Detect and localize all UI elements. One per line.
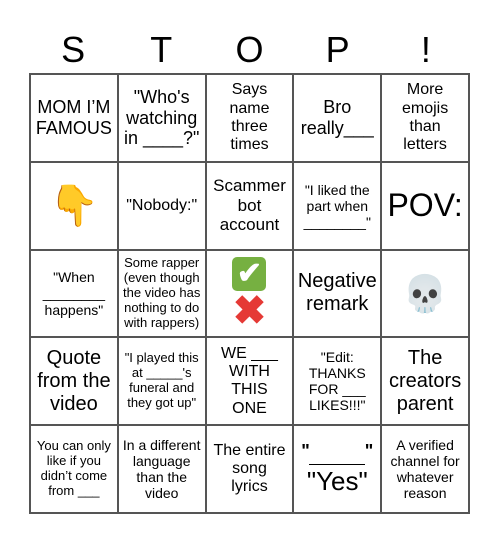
bingo-cell[interactable]: The entire song lyrics bbox=[205, 425, 294, 513]
cell-text: WE ___ WITH THIS ONE bbox=[221, 344, 278, 417]
cell-text: Bro really___ bbox=[300, 97, 374, 138]
bingo-cell[interactable]: "Who's watching in ____?" bbox=[117, 74, 206, 162]
cell-text: Says name three times bbox=[229, 81, 270, 154]
bingo-cell[interactable]: Some rapper (even though the video has n… bbox=[117, 249, 206, 338]
bingo-cell[interactable]: Negative remark bbox=[293, 249, 382, 338]
bingo-cell[interactable]: The creators parent bbox=[381, 337, 469, 426]
bingo-cell[interactable]: "Nobody:" bbox=[117, 161, 206, 250]
cell-text: Some rapper (even though the video has n… bbox=[123, 255, 201, 330]
backhand-index-pointing-down-icon: 👇 bbox=[48, 183, 99, 228]
bingo-card: MOM I’M FAMOUS "Who's watching in ____?"… bbox=[29, 73, 470, 514]
cell-text: A verified channel for whatever reason bbox=[390, 436, 460, 502]
header-letter-p: P bbox=[325, 29, 350, 70]
bingo-cell[interactable]: Says name three times bbox=[205, 74, 294, 162]
cell-text: Quote from the video bbox=[37, 346, 111, 415]
cell-text: You can only like if you didn’t come fro… bbox=[36, 438, 111, 499]
bingo-header: S T O P ! bbox=[29, 28, 470, 72]
close-quote: " bbox=[364, 441, 374, 462]
cell-text: "Nobody:" bbox=[126, 196, 198, 214]
bingo-cell[interactable]: 💀 bbox=[381, 249, 469, 338]
blank-line bbox=[309, 463, 366, 465]
bingo-cell[interactable]: In a different language than the video bbox=[117, 425, 206, 513]
cell-text: Scammer bot account bbox=[213, 176, 286, 235]
cell-text: "When ________ happens" bbox=[42, 269, 106, 318]
bingo-cell[interactable]: A verified channel for whatever reason bbox=[381, 425, 469, 513]
yes-text: "Yes" bbox=[306, 465, 368, 496]
bingo-cell[interactable]: 👇 bbox=[30, 161, 118, 250]
bingo-cell[interactable]: "Edit: THANKS FOR ___ LIKES!!!" bbox=[293, 337, 382, 426]
open-quote: " bbox=[301, 441, 310, 462]
cell-text: More emojis than letters bbox=[401, 81, 449, 154]
blank-quote: " " bbox=[301, 441, 373, 462]
cell-text: "Who's watching in ____?" bbox=[123, 86, 200, 149]
bingo-cell[interactable]: You can only like if you didn’t come fro… bbox=[30, 425, 118, 513]
check-mark-icon: ✔ bbox=[232, 257, 267, 292]
bingo-cell[interactable]: WE ___ WITH THIS ONE bbox=[205, 337, 294, 426]
bingo-cell[interactable]: Bro really___ bbox=[293, 74, 382, 162]
bingo-cell[interactable]: Scammer bot account bbox=[205, 161, 294, 250]
check-cross-icon: ✔ ✖ bbox=[232, 257, 267, 334]
bingo-cell[interactable]: MOM I’M FAMOUS bbox=[30, 74, 118, 162]
header-letter-s: S bbox=[61, 29, 86, 70]
bingo-cell[interactable]: " " "Yes" bbox=[293, 425, 382, 513]
cell-text: MOM I’M FAMOUS bbox=[35, 97, 112, 138]
bingo-cell[interactable]: "When ________ happens" bbox=[30, 249, 118, 338]
cell-text: POV: bbox=[387, 187, 463, 224]
cell-text: "Edit: THANKS FOR ___ LIKES!!!" bbox=[308, 349, 366, 414]
bingo-cell[interactable]: ✔ ✖ bbox=[205, 249, 294, 338]
header-letter-exclaim: ! bbox=[420, 29, 431, 70]
cell-text: "I played this at _____'s funeral and th… bbox=[124, 350, 199, 411]
yes-answer-block: " " "Yes" bbox=[301, 441, 373, 497]
bingo-cell[interactable]: POV: bbox=[381, 161, 469, 250]
cell-text: "I liked the part when ________" bbox=[303, 181, 371, 230]
cross-mark-icon: ✖ bbox=[232, 289, 267, 334]
skull-icon: 💀 bbox=[402, 272, 448, 314]
header-letter-o: O bbox=[235, 29, 264, 70]
bingo-cell[interactable]: "I played this at _____'s funeral and th… bbox=[117, 337, 206, 426]
cell-text: In a different language than the video bbox=[122, 436, 201, 502]
cell-text: Negative remark bbox=[297, 270, 377, 316]
header-letter-t: T bbox=[150, 29, 173, 70]
cell-text: The creators parent bbox=[388, 346, 462, 415]
bingo-cell[interactable]: Quote from the video bbox=[30, 337, 118, 426]
bingo-cell[interactable]: More emojis than letters bbox=[381, 74, 469, 162]
cell-text: The entire song lyrics bbox=[213, 441, 286, 496]
bingo-cell[interactable]: "I liked the part when ________" bbox=[293, 161, 382, 250]
